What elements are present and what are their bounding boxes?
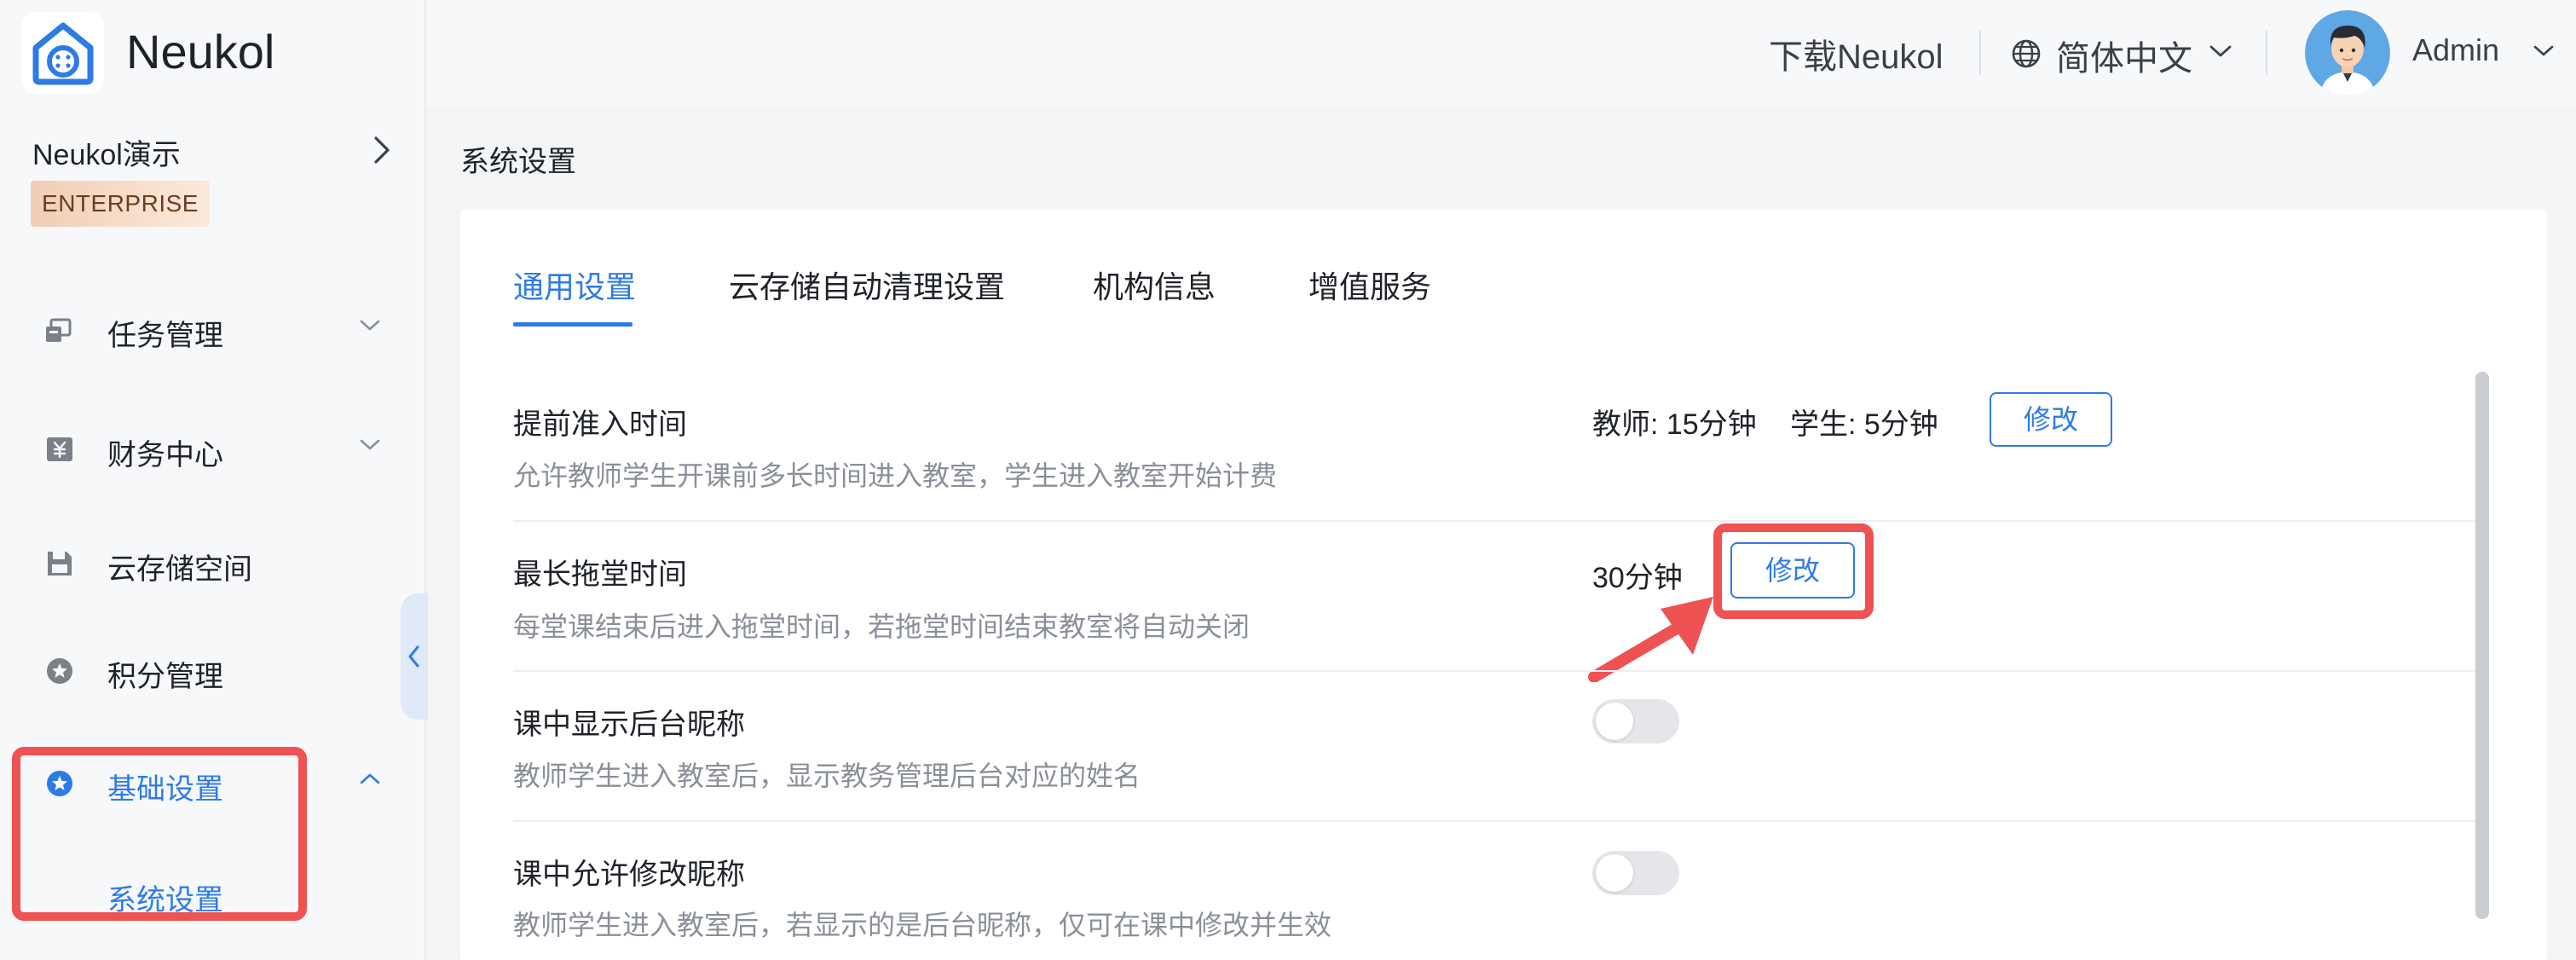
setting-title: 课中显示后台昵称: [513, 708, 745, 741]
points-icon: [47, 658, 72, 684]
chevron-left-icon: [408, 645, 419, 668]
setting-title: 最长拖堂时间: [513, 558, 687, 591]
toggle-knob: [1596, 854, 1633, 892]
tab-organization-info[interactable]: 机构信息: [1093, 263, 1216, 307]
page-title: 系统设置: [460, 146, 576, 178]
language-selector[interactable]: 简体中文: [2056, 31, 2192, 80]
org-name[interactable]: Neukol演示: [32, 131, 181, 173]
chevron-down-icon[interactable]: [2532, 43, 2556, 60]
sidebar-item-label: 云存储空间: [107, 553, 252, 586]
allow-edit-nickname-toggle[interactable]: [1592, 851, 1679, 895]
brand-name: Neukol: [126, 25, 275, 78]
sidebar: Neukol Neukol演示 ENTERPRISE 任务管理 财务中心 云存储…: [0, 0, 426, 960]
chevron-down-icon: [360, 320, 380, 331]
globe-icon[interactable]: [2010, 38, 2042, 70]
toggle-knob: [1596, 703, 1633, 740]
student-admission-time: 学生: 5分钟: [1790, 408, 1938, 441]
sidebar-item-label: 财务中心: [107, 439, 223, 471]
user-avatar-icon: [2305, 10, 2390, 95]
tab-value-added-services[interactable]: 增值服务: [1308, 263, 1431, 307]
row-divider: [513, 520, 2475, 522]
neukol-logo-icon: [32, 22, 94, 85]
sidebar-item-cloud-storage[interactable]: 云存储空间: [0, 525, 425, 602]
setting-description: 每堂课结束后进入拖堂时间，若拖堂时间结束教室将自动关闭: [513, 611, 1250, 642]
task-icon: [46, 318, 72, 342]
row-divider: [513, 820, 2475, 822]
active-tab-indicator: [513, 322, 632, 327]
finance-icon: [47, 437, 72, 461]
logo[interactable]: [22, 12, 104, 94]
sidebar-item-label: 任务管理: [107, 320, 223, 352]
pointer-arrow-icon: [1588, 597, 1713, 682]
setting-title: 课中允许修改昵称: [513, 859, 745, 891]
chevron-up-icon: [360, 773, 380, 784]
avatar[interactable]: [2305, 10, 2390, 95]
enterprise-badge: ENTERPRISE: [31, 181, 210, 227]
divider: [1979, 31, 1981, 75]
chevron-right-icon[interactable]: [372, 135, 392, 165]
sidebar-collapse-toggle[interactable]: [401, 593, 428, 720]
show-backend-nickname-toggle[interactable]: [1592, 699, 1679, 743]
highlight-box-button: [1713, 523, 1874, 619]
setting-description: 允许教师学生开课前多长时间进入教室，学生进入教室开始计费: [513, 460, 1278, 491]
tab-general-settings[interactable]: 通用设置: [513, 263, 636, 307]
tab-cloud-cleanup-settings[interactable]: 云存储自动清理设置: [729, 263, 1005, 307]
sidebar-item-points-management[interactable]: 积分管理: [0, 633, 425, 709]
sidebar-item-label: 积分管理: [107, 661, 223, 693]
divider: [2266, 31, 2267, 75]
setting-title: 提前准入时间: [513, 408, 687, 441]
setting-description: 教师学生进入教室后，显示教务管理后台对应的姓名: [513, 760, 1141, 791]
cloud-storage-icon: [48, 552, 72, 575]
sidebar-item-task-management[interactable]: 任务管理: [0, 292, 425, 368]
highlight-box-nav: [12, 747, 307, 921]
setting-description: 教师学生进入教室后，若显示的是后台昵称，仅可在课中修改并生效: [513, 910, 1332, 940]
settings-card: [460, 210, 2547, 960]
sidebar-item-finance-center[interactable]: 财务中心: [0, 411, 425, 488]
chevron-down-icon[interactable]: [2208, 43, 2233, 60]
edit-admission-time-button[interactable]: 修改: [1990, 392, 2112, 447]
chevron-down-icon: [360, 439, 380, 450]
user-name[interactable]: Admin: [2412, 32, 2499, 68]
top-bar: 下载Neukol 简体中文 Admin: [426, 0, 2576, 106]
row-divider: [513, 670, 2475, 672]
scrollbar[interactable]: [2475, 372, 2489, 919]
teacher-admission-time: 教师: 15分钟: [1592, 408, 1757, 441]
download-link[interactable]: 下载Neukol: [1769, 29, 1944, 78]
